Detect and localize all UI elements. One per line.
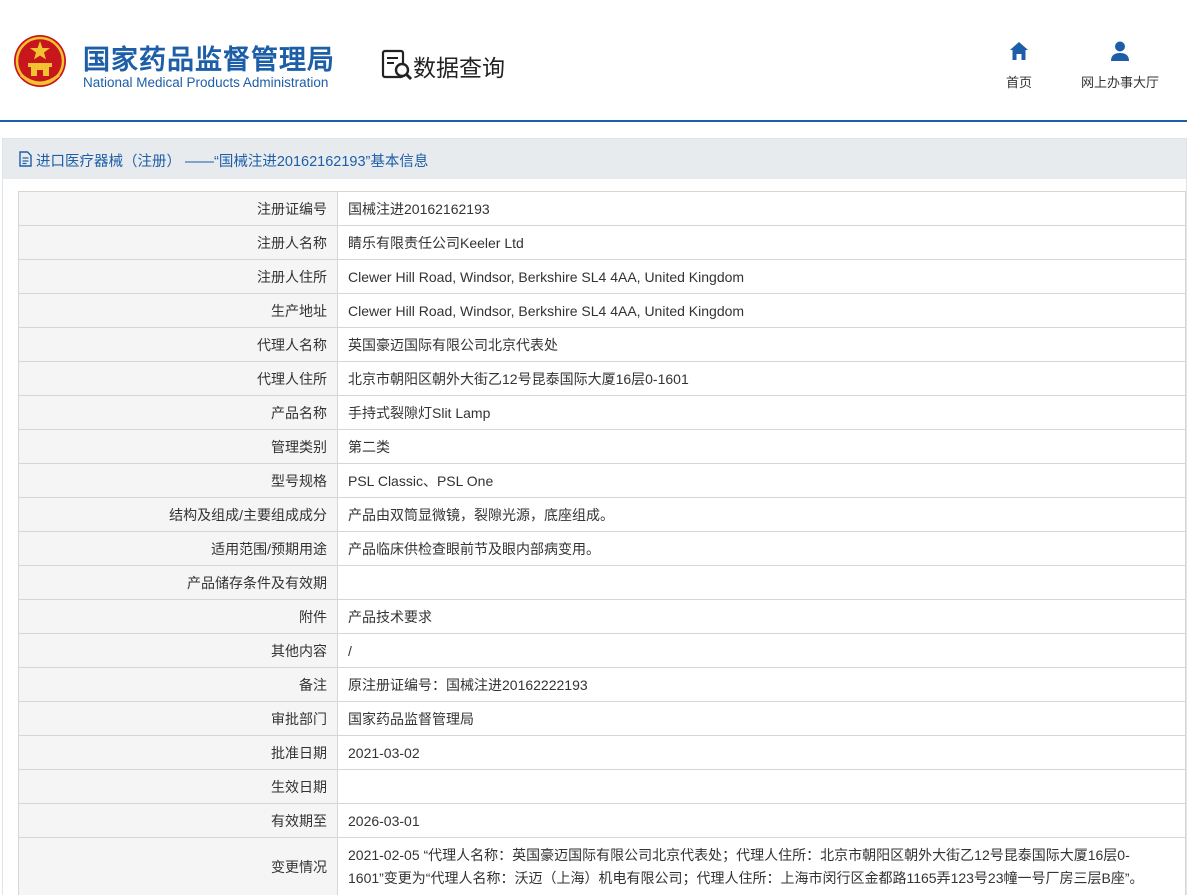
header-divider xyxy=(0,120,1187,122)
row-value: 国械注进20162162193 xyxy=(337,191,1186,226)
detail-panel: 进口医疗器械（注册） ——“国械注进20162162193”基本信息 注册证编号… xyxy=(2,138,1187,895)
row-value: 2021-03-02 xyxy=(337,735,1186,770)
row-label: 批准日期 xyxy=(18,735,338,770)
row-label: 其他内容 xyxy=(18,633,338,668)
org-name-en[interactable]: National Medical Products Administration xyxy=(83,75,328,90)
row-value: 睛乐有限责任公司Keeler Ltd xyxy=(337,225,1186,260)
panel-title-bar: 进口医疗器械（注册） ——“国械注进20162162193”基本信息 xyxy=(3,139,1186,179)
row-label: 生产地址 xyxy=(18,293,338,328)
table-row: 代理人住所 北京市朝阳区朝外大街乙12号昆泰国际大厦16层0-1601 xyxy=(18,361,1186,396)
section-title: 数据查询 xyxy=(413,55,505,81)
row-value: 北京市朝阳区朝外大街乙12号昆泰国际大厦16层0-1601 xyxy=(337,361,1186,396)
row-value: 产品临床供检查眼前节及眼内部病变用。 xyxy=(337,531,1186,566)
row-label: 产品储存条件及有效期 xyxy=(18,565,338,600)
table-row: 批准日期 2021-03-02 xyxy=(18,735,1186,770)
table-row: 型号规格 PSL Classic、PSL One xyxy=(18,463,1186,498)
row-value: 2021-02-05 “代理人名称：英国豪迈国际有限公司北京代表处；代理人住所：… xyxy=(337,837,1186,895)
nav-home-label[interactable]: 首页 xyxy=(998,72,1040,91)
nav-online-hall-label[interactable]: 网上办事大厅 xyxy=(1068,72,1172,91)
row-label: 备注 xyxy=(18,667,338,702)
row-label: 代理人住所 xyxy=(18,361,338,396)
row-label: 审批部门 xyxy=(18,701,338,736)
row-value: 国家药品监督管理局 xyxy=(337,701,1186,736)
table-row: 产品名称 手持式裂隙灯Slit Lamp xyxy=(18,395,1186,430)
table-row: 注册人名称 睛乐有限责任公司Keeler Ltd xyxy=(18,225,1186,260)
row-label: 注册证编号 xyxy=(18,191,338,226)
national-emblem-icon[interactable] xyxy=(13,33,67,89)
row-label: 生效日期 xyxy=(18,769,338,804)
row-value: 英国豪迈国际有限公司北京代表处 xyxy=(337,327,1186,362)
row-value: Clewer Hill Road, Windsor, Berkshire SL4… xyxy=(337,293,1186,328)
row-label: 代理人名称 xyxy=(18,327,338,362)
nav-online-hall[interactable]: 网上办事大厅 xyxy=(1068,40,1172,91)
row-label: 注册人住所 xyxy=(18,259,338,294)
row-value xyxy=(337,769,1186,804)
row-value: / xyxy=(337,633,1186,668)
info-table: 注册证编号 国械注进20162162193 注册人名称 睛乐有限责任公司Keeler … xyxy=(18,191,1186,895)
table-row: 生效日期 xyxy=(18,769,1186,804)
table-row: 产品储存条件及有效期 xyxy=(18,565,1186,600)
row-label: 有效期至 xyxy=(18,803,338,838)
row-value: 原注册证编号：国械注进20162222193 xyxy=(337,667,1186,702)
table-row: 审批部门 国家药品监督管理局 xyxy=(18,701,1186,736)
home-icon xyxy=(1010,42,1028,60)
table-row: 代理人名称 英国豪迈国际有限公司北京代表处 xyxy=(18,327,1186,362)
row-label: 附件 xyxy=(18,599,338,634)
panel-title: 进口医疗器械（注册） ——“国械注进20162162193”基本信息 xyxy=(36,154,429,170)
table-row: 有效期至 2026-03-01 xyxy=(18,803,1186,838)
table-row: 注册证编号 国械注进20162162193 xyxy=(18,191,1186,226)
site-header: 国家药品监督管理局 National Medical Products Admi… xyxy=(0,0,1187,122)
row-value: PSL Classic、PSL One xyxy=(337,463,1186,498)
row-label: 变更情况 xyxy=(18,837,338,895)
nav-home[interactable]: 首页 xyxy=(998,40,1040,91)
user-icon xyxy=(1111,41,1129,61)
row-value: 产品技术要求 xyxy=(337,599,1186,634)
table-row: 其他内容 / xyxy=(18,633,1186,668)
row-value: 产品由双筒显微镜，裂隙光源，底座组成。 xyxy=(337,497,1186,532)
row-label: 注册人名称 xyxy=(18,225,338,260)
table-row: 附件 产品技术要求 xyxy=(18,599,1186,634)
table-row: 备注 原注册证编号：国械注进20162222193 xyxy=(18,667,1186,702)
row-label: 适用范围/预期用途 xyxy=(18,531,338,566)
table-row: 注册人住所 Clewer Hill Road, Windsor, Berkshir… xyxy=(18,259,1186,294)
document-icon xyxy=(19,151,32,167)
row-value xyxy=(337,565,1186,600)
row-label: 管理类别 xyxy=(18,429,338,464)
row-label: 型号规格 xyxy=(18,463,338,498)
table-row: 适用范围/预期用途 产品临床供检查眼前节及眼内部病变用。 xyxy=(18,531,1186,566)
table-row: 管理类别 第二类 xyxy=(18,429,1186,464)
table-row: 结构及组成/主要组成成分 产品由双筒显微镜，裂隙光源，底座组成。 xyxy=(18,497,1186,532)
row-label: 结构及组成/主要组成成分 xyxy=(18,497,338,532)
table-row: 生产地址 Clewer Hill Road, Windsor, Berkshire… xyxy=(18,293,1186,328)
row-value: 2026-03-01 xyxy=(337,803,1186,838)
row-label: 产品名称 xyxy=(18,395,338,430)
table-row: 变更情况 2021-02-05 “代理人名称：英国豪迈国际有限公司北京代表处；代理… xyxy=(18,837,1186,895)
org-name-cn[interactable]: 国家药品监督管理局 xyxy=(83,38,335,77)
data-query-icon xyxy=(381,49,413,81)
row-value: Clewer Hill Road, Windsor, Berkshire SL4… xyxy=(337,259,1186,294)
row-value: 手持式裂隙灯Slit Lamp xyxy=(337,395,1186,430)
row-value: 第二类 xyxy=(337,429,1186,464)
